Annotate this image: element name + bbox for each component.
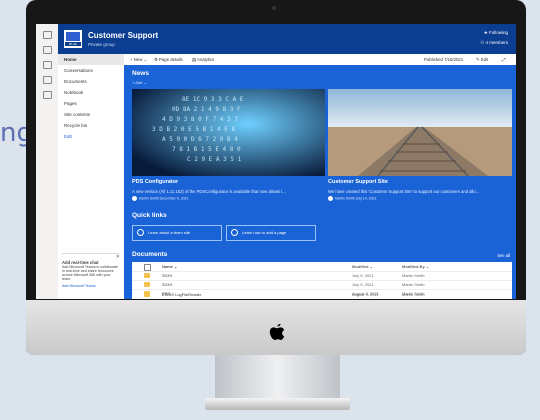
- svg-text:4 D 9 3 8 0 F 7 4 3 7: 4 D 9 3 8 0 F 7 4 3 7: [162, 116, 238, 123]
- imac-stand-base: [205, 398, 350, 410]
- teams-chat-card: ✕ Add real-time chat Add Microsoft Teams…: [62, 253, 120, 298]
- folder-icon: [144, 292, 150, 297]
- follow-button[interactable]: ★ Following: [484, 30, 508, 36]
- file-type-icon: [144, 264, 151, 271]
- site-logo: BLUE: [64, 30, 82, 48]
- news-author-text: Martin Smith December 5, 2021: [139, 196, 189, 201]
- file-modified-by: Martin Smith: [402, 282, 425, 287]
- nav-item-documents[interactable]: Documents: [58, 76, 124, 87]
- file-modified: July 9, 2021: [352, 273, 374, 278]
- nav-item-site-contents[interactable]: Site contents: [58, 109, 124, 120]
- avatar: [328, 196, 333, 201]
- svg-text:8E 1C 9 3 3 C A E: 8E 1C 9 3 3 C A E: [182, 96, 244, 103]
- apple-logo-icon: [269, 323, 285, 340]
- news-heading: News: [132, 70, 149, 77]
- file-modified: July 9, 2021: [352, 282, 374, 287]
- news-description: A new version (All 1.11.162) of the PDSC…: [132, 189, 286, 194]
- add-teams-link[interactable]: Add Microsoft Teams: [62, 284, 120, 288]
- edit-button[interactable]: ✎ Edit: [476, 54, 488, 65]
- app-rail: [36, 24, 59, 299]
- imac-stand: [215, 355, 340, 400]
- news-image-customer-support[interactable]: [328, 89, 512, 176]
- news-description: We have created this 'Customer Support S…: [328, 189, 480, 194]
- news-author: Martin Smith July 14, 2021: [328, 196, 376, 201]
- news-title[interactable]: Customer Support Site: [328, 179, 388, 185]
- home-icon[interactable]: [42, 31, 52, 39]
- file-name[interactable]: EWDS LogFileReader: [162, 290, 201, 299]
- nav-edit-link[interactable]: Edit: [58, 131, 124, 142]
- nav-item-notebook[interactable]: Notebook: [58, 87, 124, 98]
- news-author-text: Martin Smith July 14, 2021: [335, 196, 377, 201]
- site-header: BLUE Customer Support Private group ★ Fo…: [58, 24, 516, 54]
- file-modified: August 9, 2021: [352, 292, 379, 297]
- file-modified-by: Martin Smith: [402, 273, 425, 278]
- imac-chin: [26, 300, 526, 355]
- add-news-button[interactable]: + Add ⌄: [132, 80, 147, 85]
- nav-item-conversations[interactable]: Conversations: [58, 65, 124, 76]
- feed-icon[interactable]: [42, 61, 52, 69]
- news-image-pds-configurator[interactable]: 8E 1C 9 3 3 C A E 0D 8A 2 1 4 9 8 3 F 4 …: [132, 89, 325, 176]
- site-title[interactable]: Customer Support: [88, 31, 158, 40]
- page-details-button[interactable]: ⚙ Page details: [154, 54, 183, 65]
- svg-text:7 8 1 B 1 5 E 4 8 0: 7 8 1 B 1 5 E 4 8 0: [172, 146, 241, 153]
- document-icon[interactable]: [42, 76, 52, 84]
- quick-links-heading: Quick links: [132, 212, 167, 219]
- members-button[interactable]: ⚇ 4 members: [480, 40, 508, 46]
- column-modified[interactable]: Modified ⌄: [352, 262, 373, 271]
- binary-code-image: 8E 1C 9 3 3 C A E 0D 8A 2 1 4 9 8 3 F 4 …: [132, 89, 325, 176]
- svg-text:C 2 9 E A 3 5 1: C 2 9 E A 3 5 1: [187, 156, 242, 163]
- nav-item-recycle-bin[interactable]: Recycle bin: [58, 120, 124, 131]
- svg-text:3 D B 2 0 E 5 B 1 4 E 8: 3 D B 2 0 E 5 B 1 4 E 8: [152, 126, 235, 133]
- chat-body: Add Microsoft Teams to collaborate in re…: [62, 265, 119, 281]
- see-all-link[interactable]: See all: [497, 253, 510, 258]
- left-navigation: Home Conversations Documents Notebook Pa…: [58, 54, 125, 299]
- file-name[interactable]: SGHI: [162, 280, 172, 289]
- globe-icon[interactable]: [42, 46, 52, 54]
- page-content: News + Add ⌄ 8E 1C 9 3 3 C A E 0D 8A 2 1…: [124, 65, 516, 299]
- nav-item-home[interactable]: Home: [58, 54, 124, 65]
- published-status: Published 7/15/2021: [424, 57, 464, 62]
- column-modified-by[interactable]: Modified By ⌄: [402, 262, 429, 271]
- quick-link[interactable]: Learn how to add a page: [226, 225, 316, 241]
- file-modified-by: Martin Smith: [402, 292, 425, 297]
- column-name[interactable]: Name ⌄: [162, 262, 177, 271]
- news-author: Martin Smith December 5, 2021: [132, 196, 188, 201]
- screen: BLUE Customer Support Private group ★ Fo…: [36, 24, 516, 299]
- nav-item-pages[interactable]: Pages: [58, 98, 124, 109]
- file-name[interactable]: SGHI: [162, 271, 172, 280]
- quick-link-label: Learn how to add a page: [242, 230, 287, 235]
- svg-text:0D 8A 2 1 4 9 8 3 F: 0D 8A 2 1 4 9 8 3 F: [172, 106, 241, 113]
- quick-link[interactable]: Learn about a team site: [132, 225, 222, 241]
- documents-heading: Documents: [132, 251, 168, 258]
- news-title[interactable]: PDS Configurator: [132, 179, 178, 185]
- avatar: [132, 196, 137, 201]
- folder-icon: [144, 282, 150, 287]
- railroad-image: [328, 89, 512, 176]
- site-subtitle: Private group: [88, 42, 115, 47]
- folder-icon: [144, 273, 150, 278]
- quick-link-label: Learn about a team site: [148, 230, 191, 235]
- globe-icon: [137, 229, 144, 237]
- expand-icon[interactable]: ⤢: [502, 54, 505, 65]
- svg-text:A 5 9 0 D 6 7 2 0 B 4: A 5 9 0 D 6 7 2 0 B 4: [162, 136, 238, 143]
- close-icon[interactable]: ✕: [116, 254, 120, 260]
- camera-dot: [272, 6, 276, 10]
- analytics-button[interactable]: ▤ Analytics: [192, 54, 214, 65]
- new-button[interactable]: + New ⌄: [130, 54, 147, 65]
- list-icon[interactable]: [42, 91, 52, 99]
- globe-icon: [231, 229, 238, 237]
